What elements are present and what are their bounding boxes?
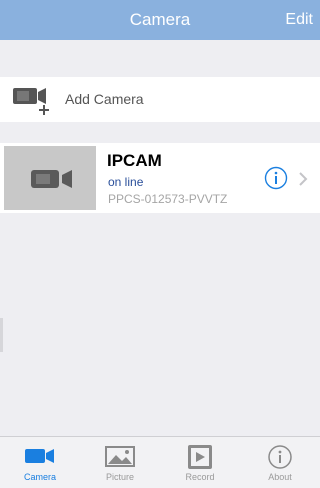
tab-label-record: Record [185, 472, 215, 482]
chevron-right-icon [299, 172, 308, 186]
picture-icon [105, 446, 135, 467]
edit-button[interactable]: Edit [285, 0, 313, 40]
page-title: Camera [129, 10, 191, 29]
side-edge-handle [0, 318, 3, 352]
video-camera-icon [31, 170, 72, 188]
tab-picture[interactable]: Picture [80, 437, 160, 488]
info-icon [268, 445, 292, 469]
tab-label-camera: Camera [23, 472, 56, 482]
record-icon [188, 445, 212, 469]
add-camera-label: Add Camera [65, 91, 144, 107]
camera-name: IPCAM [107, 151, 162, 170]
add-camera-icon [13, 88, 49, 115]
tab-about[interactable]: About [240, 437, 320, 488]
tab-label-about: About [268, 472, 292, 482]
info-icon[interactable] [264, 166, 288, 190]
tab-camera[interactable]: Camera [0, 437, 80, 488]
tab-record[interactable]: Record [160, 437, 240, 488]
camera-id: PPCS-012573-PVVTZ [108, 192, 228, 206]
tab-label-picture: Picture [105, 472, 134, 482]
video-camera-icon [25, 449, 54, 463]
navigation-bar: Camera Edit [0, 0, 320, 40]
camera-thumbnail [4, 146, 96, 210]
tab-bar: Camera Picture Record About [0, 436, 320, 488]
camera-status: on line [108, 175, 144, 189]
add-camera-row[interactable]: Add Camera [0, 77, 320, 122]
